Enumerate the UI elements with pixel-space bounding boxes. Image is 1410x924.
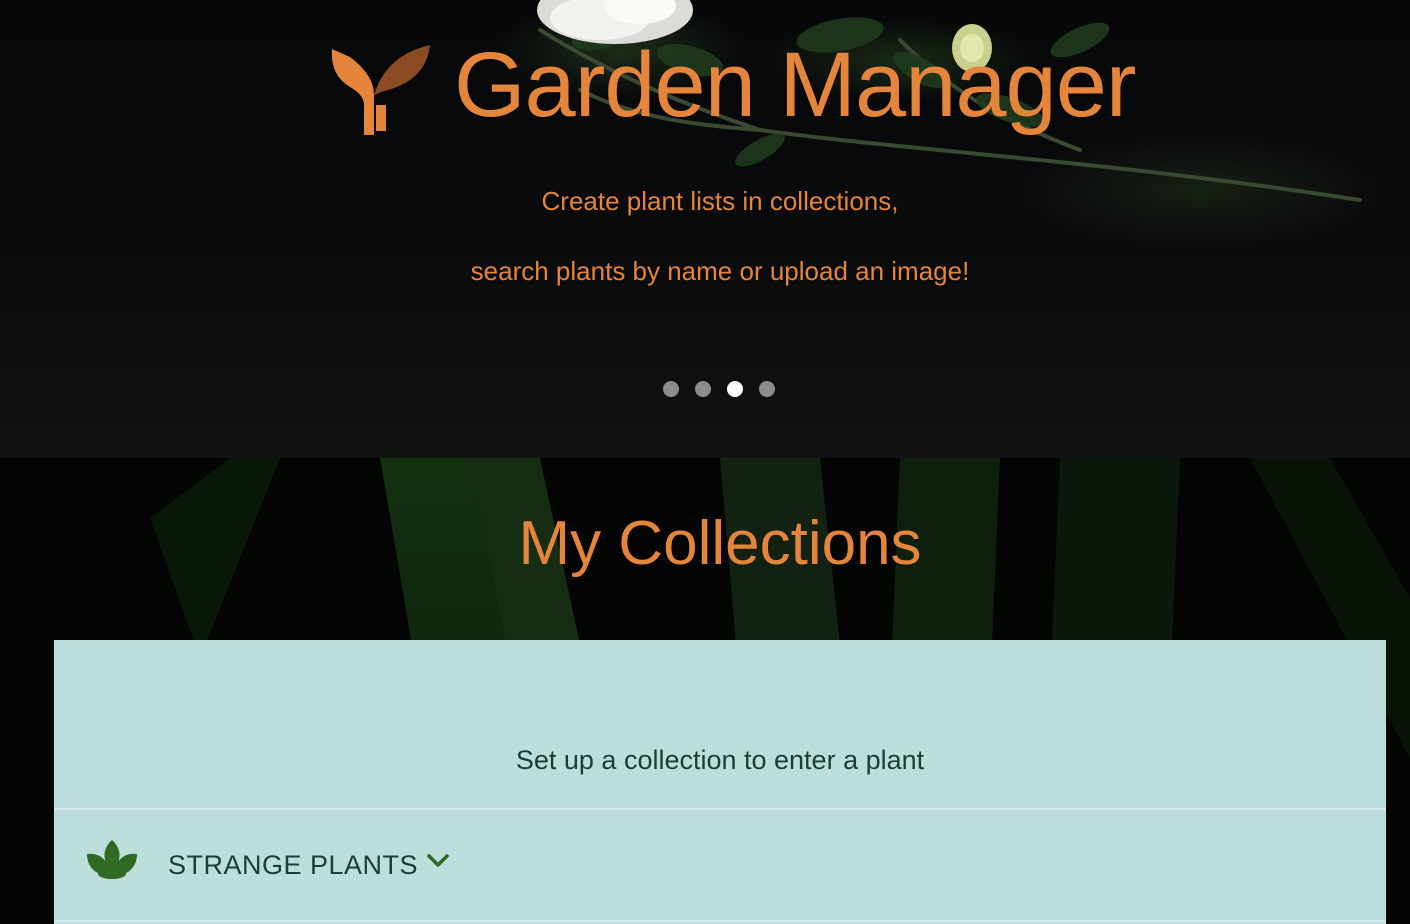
carousel-dot-2[interactable] (695, 381, 711, 397)
lotus-leaf-icon (87, 840, 137, 879)
carousel-indicators (663, 381, 775, 397)
chevron-down-icon[interactable] (426, 852, 450, 870)
empty-state-hint: Set up a collection to enter a plant (515, 745, 925, 775)
brand: Garden Manager (330, 30, 1137, 140)
sprout-logo-icon (331, 45, 430, 135)
collections-panel: Set up a collection to enter a plant STR… (54, 640, 1386, 924)
carousel-dot-1[interactable] (663, 381, 679, 397)
collection-item[interactable]: STRANGE PLANTS (54, 810, 1386, 922)
app-title: Garden Manager (454, 34, 1137, 136)
carousel-dot-3[interactable] (727, 381, 743, 397)
collection-name: STRANGE PLANTS (168, 850, 419, 880)
tagline-line-2: search plants by name or upload an image… (470, 256, 970, 286)
hero-banner: Garden Manager Create plant lists in col… (0, 0, 1410, 458)
carousel-dot-4[interactable] (759, 381, 775, 397)
tagline-line-1: Create plant lists in collections, (541, 186, 899, 216)
section-title: My Collections (518, 509, 922, 578)
collections-section: My Collections Set up a collection to en… (0, 458, 1410, 924)
